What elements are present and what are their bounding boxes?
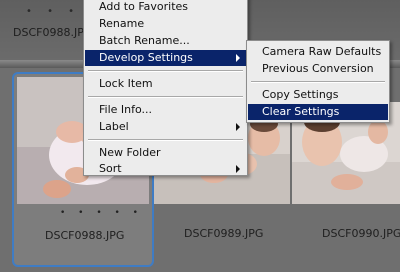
menu-item-clear-settings[interactable]: Clear Settings xyxy=(248,104,388,120)
thumbnail-filename[interactable]: DSCF0990.JPG xyxy=(322,227,400,240)
menu-item-camera-raw-defaults[interactable]: Camera Raw Defaults xyxy=(248,44,388,60)
menu-item-rename[interactable]: Rename xyxy=(85,16,246,32)
submenu-arrow-icon xyxy=(236,54,240,62)
develop-settings-submenu: Camera Raw Defaults Previous Conversion … xyxy=(246,40,390,123)
submenu-arrow-icon xyxy=(236,165,240,173)
menu-item-new-folder[interactable]: New Folder xyxy=(85,145,246,161)
thumbnail-filename[interactable]: DSCF0989.JPG xyxy=(184,227,263,240)
menu-separator xyxy=(88,96,243,98)
menu-item-previous-conversion[interactable]: Previous Conversion xyxy=(248,61,388,77)
thumbnail-filename[interactable]: DSCF0988.JPG xyxy=(45,229,124,242)
menu-item-label[interactable]: Label xyxy=(85,119,246,135)
context-menu: Add to Favorites Rename Batch Rename... … xyxy=(83,0,248,176)
menu-item-develop-settings[interactable]: Develop Settings xyxy=(85,50,246,66)
menu-item-label-text: Label xyxy=(99,120,129,133)
menu-item-lock-item[interactable]: Lock Item xyxy=(85,76,246,92)
submenu-arrow-icon xyxy=(236,123,240,131)
menu-item-label: Sort xyxy=(99,162,122,175)
thumbnail-filename[interactable]: DSCF0988.JPG xyxy=(13,26,92,39)
menu-separator xyxy=(88,139,243,141)
menu-item-sort[interactable]: Sort xyxy=(85,161,246,177)
menu-item-batch-rename[interactable]: Batch Rename... xyxy=(85,33,246,49)
menu-item-file-info[interactable]: File Info... xyxy=(85,102,246,118)
menu-item-label: Develop Settings xyxy=(99,51,193,64)
menu-separator xyxy=(88,70,243,72)
menu-item-add-to-favorites[interactable]: Add to Favorites xyxy=(85,0,246,15)
menu-separator xyxy=(251,81,385,83)
menu-item-copy-settings[interactable]: Copy Settings xyxy=(248,87,388,103)
rating-dots: • • • • • xyxy=(60,208,143,218)
